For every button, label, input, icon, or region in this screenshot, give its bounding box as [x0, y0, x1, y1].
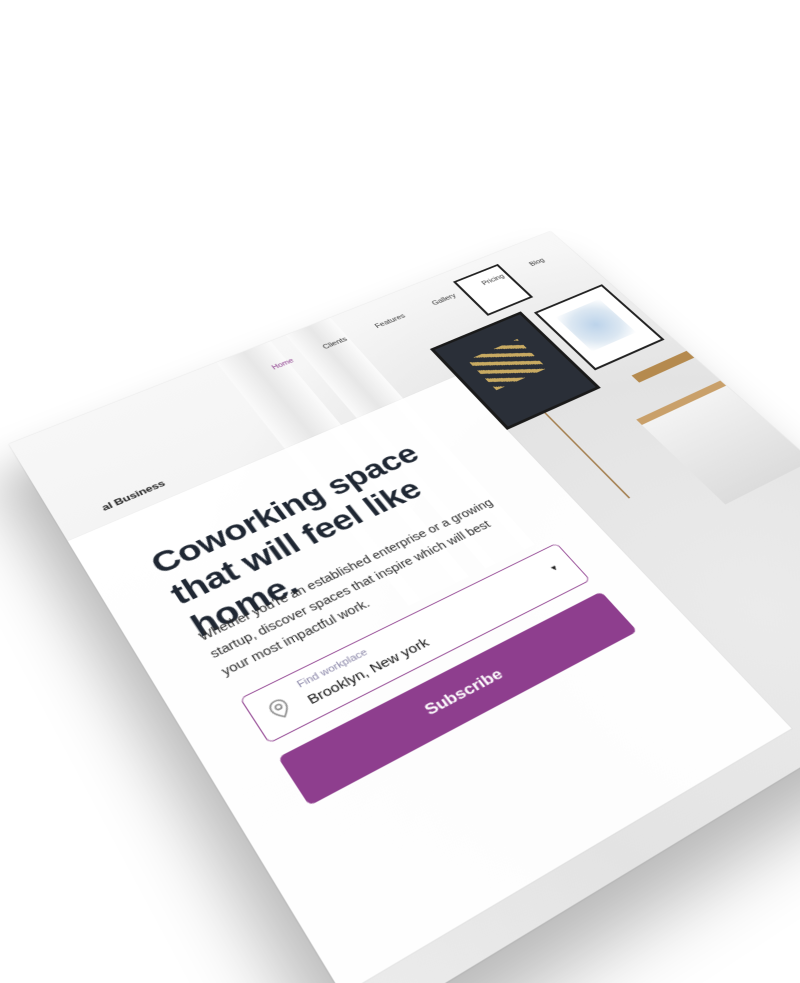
- nav-item-features[interactable]: Features: [374, 313, 407, 330]
- nav-item-gallery[interactable]: Gallery: [431, 293, 458, 307]
- nav-item-blog[interactable]: Blog: [528, 258, 546, 268]
- map-pin-icon: [265, 696, 294, 722]
- landing-page: al Business Home Clients Features Galler…: [8, 231, 800, 983]
- desk-image: [636, 361, 800, 505]
- mockup-stage: al Business Home Clients Features Galler…: [0, 0, 800, 983]
- caret-down-icon[interactable]: ▼: [548, 563, 561, 573]
- hero-card: Coworking space that will feel like home…: [67, 376, 792, 983]
